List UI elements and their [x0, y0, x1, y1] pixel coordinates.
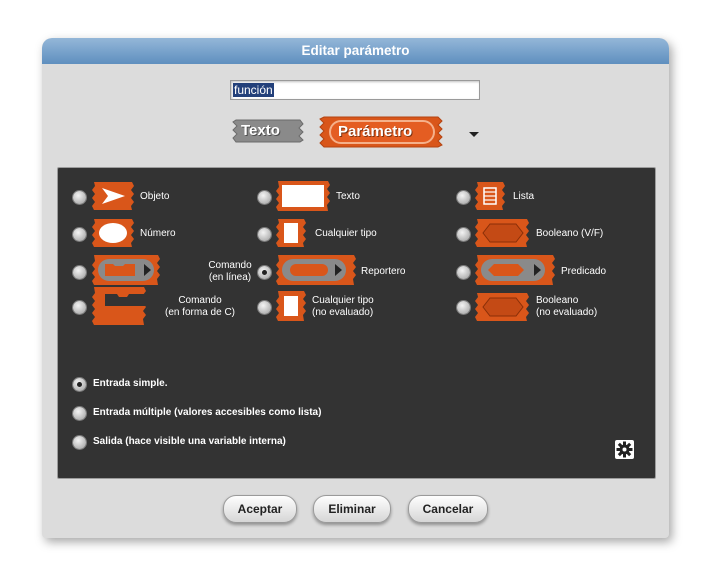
unevaluated-any-slot-icon	[276, 291, 306, 321]
slot-label-predicado: Predicado	[561, 266, 607, 277]
delete-button[interactable]: Eliminar	[313, 495, 391, 523]
radio-booleano[interactable]	[457, 228, 470, 241]
unevaluated-boolean-slot-icon	[475, 293, 529, 321]
mode-label-entrada-multiple: Entrada múltiple (valores accesibles com…	[93, 407, 322, 418]
boolean-slot-icon	[475, 219, 529, 247]
slot-label-booleano-no-eval-2: (no evaluado)	[536, 307, 598, 318]
text-slot-icon	[276, 181, 330, 211]
radio-entrada-simple[interactable]	[73, 378, 86, 391]
radio-numero[interactable]	[73, 228, 86, 241]
radio-entrada-multiple[interactable]	[73, 407, 86, 420]
radio-lista[interactable]	[457, 191, 470, 204]
radio-salida[interactable]	[73, 436, 86, 449]
slot-label-objeto: Objeto	[140, 191, 170, 202]
ok-button[interactable]: Aceptar	[223, 495, 297, 523]
parametro-category-block[interactable]: Parámetro	[318, 116, 448, 148]
gear-button[interactable]	[615, 440, 634, 459]
command-inline-slot-icon	[92, 255, 160, 285]
title-bar[interactable]: Editar parámetro	[42, 38, 669, 64]
texto-label: Texto	[241, 122, 280, 139]
mode-label-entrada-simple: Entrada simple.	[93, 378, 168, 389]
gear-icon	[616, 441, 633, 458]
radio-comando-en-linea[interactable]	[73, 266, 86, 279]
chevron-down-icon[interactable]	[469, 132, 479, 137]
texto-category-block[interactable]: Texto	[230, 119, 310, 143]
radio-cualquier-no-evaluado[interactable]	[258, 301, 271, 314]
mode-label-salida: Salida (hace visible una variable intern…	[93, 436, 286, 447]
radio-predicado[interactable]	[457, 266, 470, 279]
radio-texto[interactable]	[258, 191, 271, 204]
radio-booleano-no-evaluado[interactable]	[457, 301, 470, 314]
slot-label-texto: Texto	[336, 191, 360, 202]
slot-label-numero: Número	[140, 228, 176, 239]
parametro-label: Parámetro	[338, 123, 413, 140]
list-slot-icon	[475, 182, 505, 210]
reporter-slot-icon	[276, 255, 356, 285]
slot-label-comando-linea-2: (en línea)	[208, 272, 252, 283]
parameter-name-input[interactable]: función	[230, 80, 480, 100]
number-slot-icon	[92, 219, 134, 247]
slot-label-cualquier-tipo: Cualquier tipo	[315, 228, 377, 239]
radio-objeto[interactable]	[73, 191, 86, 204]
predicate-slot-icon	[475, 255, 555, 285]
slot-label-cualquier-no-eval-2: (no evaluado)	[312, 307, 374, 318]
slot-label-comando-c-1: Comando	[178, 295, 222, 306]
slot-label-comando-c-2: (en forma de C)	[164, 307, 236, 318]
cancel-button[interactable]: Cancelar	[408, 495, 488, 523]
object-slot-icon	[92, 182, 134, 210]
radio-cualquier-tipo[interactable]	[258, 228, 271, 241]
radio-reportero[interactable]	[258, 266, 271, 279]
slot-label-lista: Lista	[513, 191, 535, 202]
dialog-title: Editar parámetro	[301, 43, 410, 58]
slot-label-booleano-no-eval-1: Booleano	[536, 295, 579, 306]
any-slot-icon	[276, 219, 306, 247]
slot-label-cualquier-no-eval-1: Cualquier tipo	[312, 295, 374, 306]
slot-type-panel: Objeto Texto Lista Número Cualquier tipo…	[57, 167, 656, 479]
edit-parameter-dialog: Editar parámetro función Texto Parámetro…	[42, 38, 669, 538]
slot-label-comando-linea-1: Comando	[208, 260, 252, 271]
slot-label-reportero: Reportero	[361, 266, 406, 277]
radio-comando-c[interactable]	[73, 301, 86, 314]
slot-label-booleano: Booleano (V/F)	[536, 228, 604, 239]
parameter-name-value: función	[233, 83, 274, 97]
command-c-slot-icon	[92, 287, 146, 325]
